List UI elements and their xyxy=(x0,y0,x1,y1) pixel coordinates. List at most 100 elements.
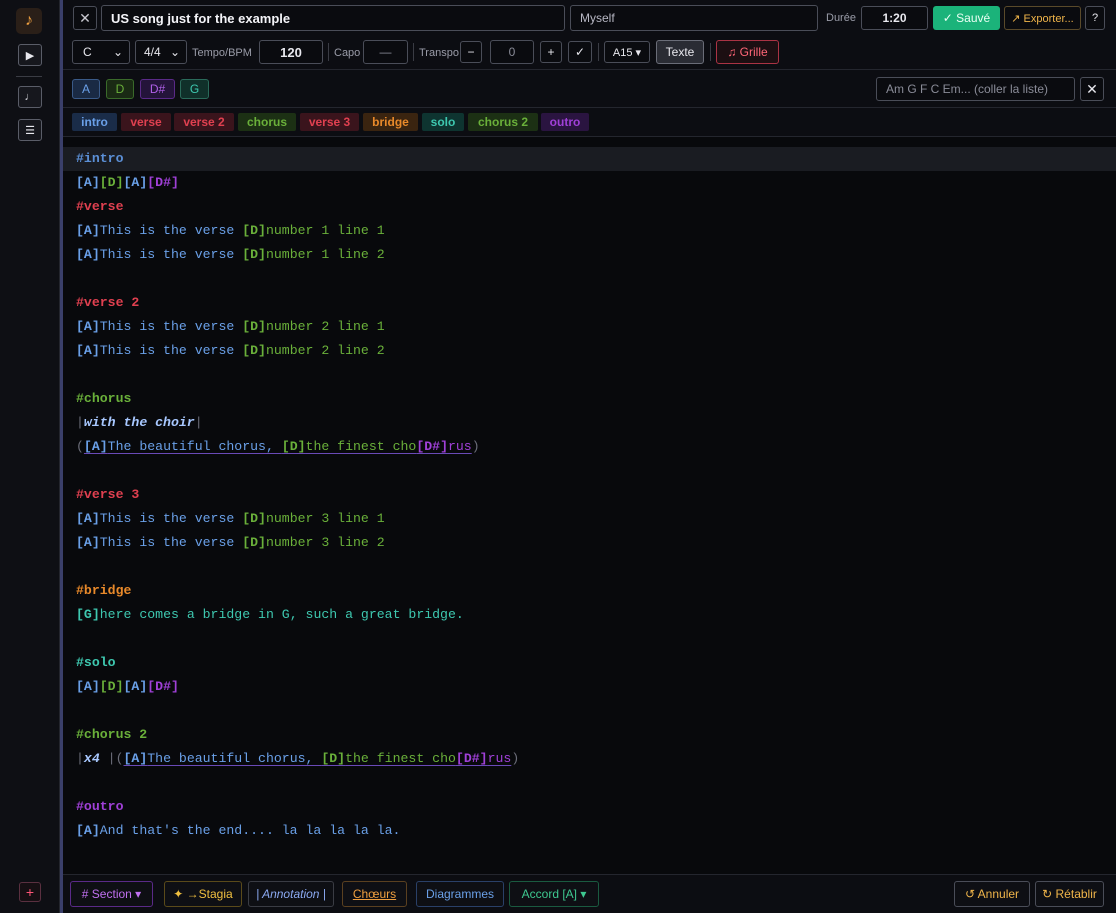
transpose-down-button[interactable]: − xyxy=(460,41,482,63)
lyric-line: [A]This is the verse [D]number 3 line 1 xyxy=(76,507,385,531)
chord-chip[interactable]: D# xyxy=(140,79,175,99)
time-signature-select[interactable]: 4/4 ⌄ xyxy=(135,40,187,64)
chord: [D] xyxy=(281,439,306,454)
section-chip-verse-3[interactable]: verse 3 xyxy=(300,113,359,131)
annotation-button[interactable]: | Annotation | xyxy=(248,881,334,907)
section-chip-verse[interactable]: verse xyxy=(121,113,171,131)
chord: [A] xyxy=(76,319,100,334)
chord: [A] xyxy=(76,343,100,358)
section-tag-solo: #solo xyxy=(76,655,116,670)
choirs-button[interactable]: Chœurs xyxy=(342,881,407,907)
chord: [A] xyxy=(123,175,148,190)
chord: [A] xyxy=(76,535,100,550)
choir-line: |x4 |([A]The beautiful chorus, [D]the fi… xyxy=(76,751,520,766)
chord-chip[interactable]: G xyxy=(180,79,209,99)
header-bar: ✕ US song just for the example Myself Du… xyxy=(63,0,1116,38)
divider xyxy=(328,43,329,61)
divider xyxy=(413,43,414,61)
chord: [D] xyxy=(242,511,266,526)
stagia-button[interactable]: ✦ →Stagia xyxy=(164,881,242,907)
transpose-apply-button[interactable]: ✓ xyxy=(568,41,592,63)
lyric-text: rus xyxy=(487,751,512,766)
chord: [D] xyxy=(242,247,266,262)
section-chip-solo[interactable]: solo xyxy=(422,113,464,131)
play-icon[interactable]: ▶ xyxy=(18,44,42,66)
lyric-line: [A]And that's the end.... la la la la la… xyxy=(76,819,400,843)
section-tag-verse-2: #verse 2 xyxy=(76,295,140,310)
lyric-text: This is the verse xyxy=(99,535,243,550)
chord: [D#] xyxy=(147,679,179,694)
left-rail: ♪ ▶ ♩ ☰ + xyxy=(0,0,60,913)
text-mode-button[interactable]: Texte xyxy=(656,40,704,64)
capo-input[interactable]: — xyxy=(363,40,408,64)
song-editor[interactable]: #intro [A][D][A][D#] #verse [A]This is t… xyxy=(63,137,1116,874)
chord-chip[interactable]: A xyxy=(72,79,100,99)
lyric-text: number 2 line 1 xyxy=(265,319,385,334)
time-signature-value: 4/4 xyxy=(144,45,161,59)
transpose-input[interactable]: 0 xyxy=(490,40,534,64)
insert-section-button[interactable]: # Section ▾ xyxy=(70,881,153,907)
section-chip-intro[interactable]: intro xyxy=(72,113,117,131)
chord-chip[interactable]: D xyxy=(106,79,134,99)
key-select[interactable]: C ⌄ xyxy=(72,40,130,64)
lyric-text: The beautiful chorus, xyxy=(107,439,282,454)
section-chip-bridge[interactable]: bridge xyxy=(363,113,418,131)
list-icon[interactable]: ☰ xyxy=(18,119,42,141)
choir-line: ([A]The beautiful chorus, [D]the finest … xyxy=(76,439,480,454)
chord: [A] xyxy=(76,223,100,238)
chord: [A] xyxy=(123,751,148,766)
section-chip-outro[interactable]: outro xyxy=(541,113,589,131)
lyric-text: rus xyxy=(447,439,472,454)
close-button[interactable]: ✕ xyxy=(73,6,97,30)
lyric-line: [A]This is the verse [D]number 2 line 1 xyxy=(76,315,385,339)
format-select[interactable]: A15 ▾ xyxy=(604,41,650,63)
chord: [A] xyxy=(76,823,100,838)
lyric-text: And that's the end.... la la la la la. xyxy=(99,823,401,838)
undo-button[interactable]: ↺ Annuler xyxy=(954,881,1030,907)
section-tag-bridge: #bridge xyxy=(76,583,132,598)
divider xyxy=(598,43,599,61)
tempo-input[interactable]: 120 xyxy=(259,40,323,64)
help-button[interactable]: ? xyxy=(1085,6,1105,30)
export-button[interactable]: ↗ Exporter... xyxy=(1004,6,1081,30)
artist-input[interactable]: Myself xyxy=(570,5,818,31)
rail-divider xyxy=(16,76,42,77)
section-chip-chorus-2[interactable]: chorus 2 xyxy=(468,113,538,131)
annotation-line: |with the choir| xyxy=(76,415,203,430)
transpose-up-button[interactable]: + xyxy=(540,41,562,63)
chord: [A] xyxy=(83,439,108,454)
duration-label: Durée xyxy=(826,12,856,24)
section-tag-outro: #outro xyxy=(76,799,124,814)
add-icon[interactable]: + xyxy=(19,882,41,902)
chord: [D] xyxy=(242,343,266,358)
diagrams-button[interactable]: Diagrammes xyxy=(416,881,504,907)
redo-button[interactable]: ↻ Rétablir xyxy=(1035,881,1104,907)
note-icon[interactable]: ♩ xyxy=(18,86,42,108)
duration-input[interactable]: 1:20 xyxy=(861,6,928,30)
grid-mode-button[interactable]: ♫ Grille xyxy=(716,40,779,64)
settings-bar: C ⌄ 4/4 ⌄ Tempo/BPM 120 Capo — Transpo −… xyxy=(63,38,1116,70)
lyric-text: the finest cho xyxy=(345,751,456,766)
chord: [D] xyxy=(242,223,266,238)
lyric-line: [A]This is the verse [D]number 2 line 2 xyxy=(76,339,385,363)
section-tag-chorus-2: #chorus 2 xyxy=(76,727,148,742)
section-chip-chorus[interactable]: chorus xyxy=(238,113,296,131)
section-tag-chorus: #chorus xyxy=(76,391,132,406)
lyric-line: [A]This is the verse [D]number 3 line 2 xyxy=(76,531,385,555)
chord: [D] xyxy=(242,535,266,550)
song-title-input[interactable]: US song just for the example xyxy=(101,5,565,31)
lyric-text: the finest cho xyxy=(305,439,417,454)
lyric-text: number 1 line 2 xyxy=(265,247,385,262)
lyric-text: This is the verse xyxy=(99,343,243,358)
lyric-text: This is the verse xyxy=(99,319,243,334)
app-logo-icon: ♪ xyxy=(16,8,42,34)
chord: [A] xyxy=(76,679,100,694)
insert-chord-button[interactable]: Accord [A] ▾ xyxy=(509,881,599,907)
section-chip-verse-2[interactable]: verse 2 xyxy=(174,113,234,131)
clear-chords-button[interactable]: ✕ xyxy=(1080,77,1104,101)
chord-list-input[interactable]: Am G F C Em... (coller la liste) xyxy=(876,77,1075,101)
chord: G xyxy=(83,607,92,622)
lyric-text: This is the verse xyxy=(99,247,243,262)
saved-button[interactable]: ✓ Sauvé xyxy=(933,6,1000,30)
chord: [A] xyxy=(76,247,100,262)
